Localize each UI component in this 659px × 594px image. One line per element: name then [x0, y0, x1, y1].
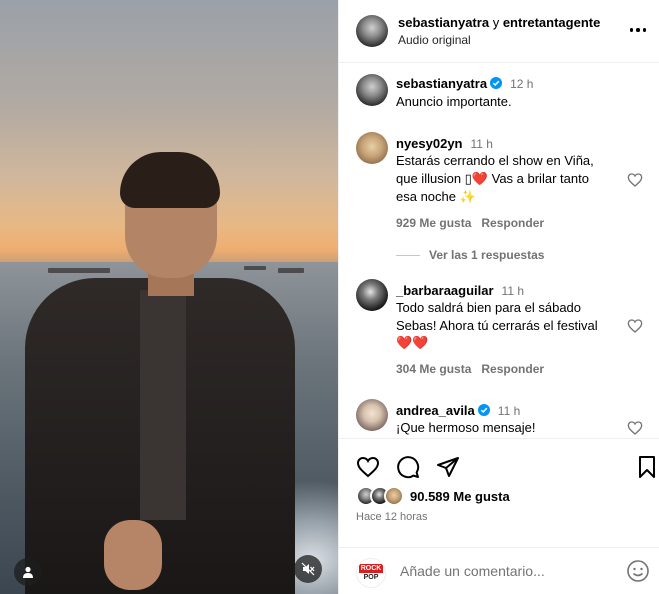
comment-text-line: ¡Que hermoso mensaje! [396, 420, 536, 435]
likes-summary[interactable]: 90.589 Me gusta [356, 486, 510, 506]
author-username[interactable]: sebastianyatra [398, 15, 489, 30]
comment-text-line: Estarás cerrando el show en Viña, [396, 153, 594, 168]
user-icon [23, 566, 33, 578]
author-avatar[interactable] [356, 15, 388, 47]
like-comment-heart-icon[interactable] [627, 420, 643, 436]
liker-avatar [384, 486, 404, 506]
person-hands [104, 520, 162, 590]
share-paper-plane-icon[interactable] [436, 455, 460, 479]
comment-avatar[interactable] [356, 132, 388, 164]
view-replies-button[interactable]: Ver las 1 respuestas [429, 248, 544, 262]
comment-text-line: ❤️❤️ [396, 335, 429, 350]
likes-count[interactable]: 90.589 Me gusta [410, 489, 510, 504]
comment-item: andrea_avila 11 h ¡Que hermoso mensaje! [339, 399, 659, 438]
comment-username[interactable]: andrea_avila [396, 403, 475, 418]
emoji-icon[interactable] [626, 559, 650, 583]
post-time: Hace 12 horas [356, 511, 428, 523]
reply-button[interactable]: Responder [481, 362, 544, 376]
speaker-muted-icon [301, 562, 315, 576]
caption-text: Anuncio importante. [396, 94, 512, 109]
mute-button[interactable] [294, 555, 322, 583]
post-video[interactable] [0, 0, 338, 594]
person-hair [120, 152, 220, 208]
post-dialog: sebastianyatra y entretantagente Audio o… [0, 0, 659, 594]
ship [48, 268, 110, 273]
post-authors: sebastianyatra y entretantagente [398, 15, 600, 30]
comment-meta: 929 Me gusta Responder [396, 216, 544, 230]
comment-likes[interactable]: 304 Me gusta [396, 362, 471, 376]
authors-connector: y [492, 15, 500, 30]
post-actions: 90.589 Me gusta Hace 12 horas ROCK POP A… [339, 438, 659, 594]
comment-time: 11 h [470, 137, 493, 151]
verified-badge-icon [490, 77, 503, 89]
save-bookmark-icon[interactable] [635, 455, 659, 479]
like-heart-icon[interactable] [356, 455, 380, 479]
comment-time: 11 h [497, 404, 521, 418]
comment-likes[interactable]: 929 Me gusta [396, 216, 471, 230]
replies-divider [396, 255, 420, 256]
add-comment-bar: ROCK POP Añade un comentario... [339, 547, 659, 594]
post-header: sebastianyatra y entretantagente Audio o… [339, 0, 659, 63]
comments-list: sebastianyatra 12 h Anuncio importante. n… [339, 64, 659, 438]
caption: sebastianyatra 12 h Anuncio importante. [339, 74, 659, 114]
person-shirt [140, 290, 186, 520]
add-comment-input[interactable]: Añade un comentario... [400, 563, 545, 579]
more-options-icon[interactable] [626, 20, 650, 40]
comment-avatar[interactable] [356, 399, 388, 431]
reply-button[interactable]: Responder [481, 216, 544, 230]
caption-username[interactable]: sebastianyatra [396, 76, 487, 91]
caption-avatar[interactable] [356, 74, 388, 106]
comment-meta: 304 Me gusta Responder [396, 362, 544, 376]
verified-badge-icon [477, 404, 490, 416]
comment-text-line: Todo saldrá bien para el sábado [396, 300, 582, 315]
current-user-avatar[interactable]: ROCK POP [356, 558, 386, 588]
comment-text-line: que illusion ▯❤️ Vas a brilar tanto [396, 171, 589, 186]
comment-item: _barbaraaguilar 11 h Todo saldrá bien par… [339, 279, 659, 389]
comment-text-line: esa noche ✨ [396, 189, 476, 204]
post-info-panel: sebastianyatra y entretantagente Audio o… [338, 0, 659, 594]
ship [244, 266, 266, 270]
avatar-logo-text-top: ROCK [358, 564, 384, 573]
caption-time: 12 h [510, 77, 534, 91]
comment-avatar[interactable] [356, 279, 388, 311]
comment-text-line: Sebas! Ahora tú cerrarás el festival [396, 318, 598, 333]
tagged-users-button[interactable] [14, 558, 42, 586]
comment-username[interactable]: _barbaraaguilar [396, 283, 494, 298]
avatar-logo-text-bottom: POP [363, 574, 379, 581]
comment-username[interactable]: nyesy02yn [396, 136, 463, 151]
like-comment-heart-icon[interactable] [627, 172, 643, 188]
like-comment-heart-icon[interactable] [627, 318, 643, 334]
audio-link[interactable]: Audio original [398, 33, 471, 47]
comment-bubble-icon[interactable] [396, 455, 420, 479]
ship [278, 268, 304, 273]
comment-time: 11 h [501, 284, 525, 298]
collaborator-username[interactable]: entretantagente [503, 15, 601, 30]
